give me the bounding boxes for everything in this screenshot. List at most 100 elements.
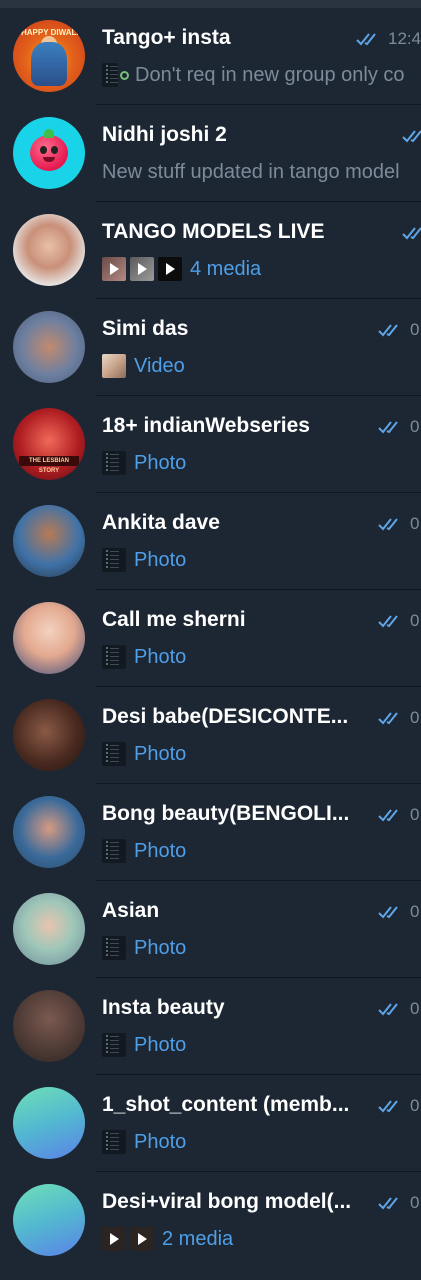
chat-time: 0 [410,1096,420,1115]
chat-row[interactable]: HAPPY DIWALI Tango+ insta 12:4 Don't req… [0,8,421,105]
chat-title: Nidhi joshi 2 [102,123,227,146]
chat-title: Ankita dave [102,511,220,534]
top-bar-edge [0,0,421,8]
double-check-icon [378,906,398,919]
chat-preview: Photo [102,449,421,477]
preview-text: Photo [134,936,187,959]
chat-preview: 4 media [102,255,421,283]
double-check-icon [378,615,398,628]
avatar[interactable] [13,602,85,674]
chat-row[interactable]: TANGO MODELS LIVE 4 media [0,202,421,299]
video-thumbnail-icon [130,257,154,281]
double-check-icon [356,33,376,46]
preview-text: Photo [134,839,187,862]
preview-text: Photo [134,742,187,765]
chat-title: Bong beauty(BENGOLI... [102,802,350,825]
chat-row[interactable]: Simi das 0 Video [0,299,421,396]
avatar[interactable] [13,117,85,189]
chat-row[interactable]: Ankita dave 0 Photo [0,493,421,590]
avatar[interactable] [13,1087,85,1159]
preview-text: Don't req in new group only co [135,63,405,86]
double-check-icon [378,1197,398,1210]
chat-time: 0 [410,417,420,436]
document-icon [102,742,126,766]
document-icon [102,1033,126,1057]
chat-title: 18+ indianWebseries [102,414,310,437]
chat-time: 0 [410,320,420,339]
chat-title: TANGO MODELS LIVE [102,220,325,243]
double-check-icon [378,324,398,337]
preview-text: 2 media [162,1227,234,1250]
avatar[interactable] [13,796,85,868]
double-check-icon [378,1100,398,1113]
chat-time: 0 [410,902,420,921]
chat-title: Desi+viral bong model(... [102,1190,352,1213]
preview-text: New stuff updated in tango model [102,160,400,183]
video-thumbnail-icon [102,257,126,281]
double-check-icon [378,1003,398,1016]
chat-row[interactable]: Nidhi joshi 2 New stuff updated in tango… [0,105,421,202]
avatar[interactable] [13,505,85,577]
chat-row[interactable]: THE LESBIAN STORY 18+ indianWebseries 0 … [0,396,421,493]
photo-thumbnail-icon [102,354,126,378]
document-icon [102,548,126,572]
chat-title: Asian [102,899,160,922]
chat-row[interactable]: Desi babe(DESICONTE... 0 Photo [0,687,421,784]
chat-row[interactable]: 1_shot_content (memb... 0 Photo [0,1075,421,1172]
video-thumbnail-icon [102,1227,126,1251]
chat-row[interactable]: Desi+viral bong model(... 0 2 media [0,1172,421,1269]
chat-title: Tango+ insta [102,26,231,49]
chat-preview: Photo [102,1031,421,1059]
chat-row[interactable]: Insta beauty 0 Photo [0,978,421,1075]
document-icon [102,63,118,87]
status-dot-icon [120,70,129,80]
preview-text: Photo [134,1033,187,1056]
double-check-icon [402,130,421,143]
avatar[interactable]: THE LESBIAN STORY [13,408,85,480]
chat-time: 0 [410,805,420,824]
chat-preview: Photo [102,740,421,768]
chat-time: 0 [410,999,420,1018]
document-icon [102,1130,126,1154]
chat-row[interactable]: Bong beauty(BENGOLI... 0 Photo [0,784,421,881]
preview-text: Photo [134,645,187,668]
chat-time: 0 [410,708,420,727]
video-thumbnail-icon [158,257,182,281]
chat-title: Call me sherni [102,608,246,631]
avatar[interactable] [13,893,85,965]
avatar[interactable] [13,214,85,286]
chat-preview: Video [102,352,421,380]
video-thumbnail-icon [130,1227,154,1251]
chat-preview: Don't req in new group only co [102,61,421,89]
chat-time: 0 [410,1193,420,1212]
document-icon [102,839,126,863]
double-check-icon [378,518,398,531]
chat-time: 0 [410,611,420,630]
chat-row[interactable]: Call me sherni 0 Photo [0,590,421,687]
chat-title: Simi das [102,317,189,340]
avatar[interactable] [13,990,85,1062]
preview-text: Video [134,354,185,377]
chat-preview: Photo [102,934,421,962]
chat-preview: Photo [102,1128,421,1156]
chat-preview: 2 media [102,1225,421,1253]
chat-row[interactable]: Asian 0 Photo [0,881,421,978]
double-check-icon [378,421,398,434]
chat-title: Desi babe(DESICONTE... [102,705,349,728]
document-icon [102,451,126,475]
document-icon [102,936,126,960]
avatar[interactable] [13,311,85,383]
chat-preview: New stuff updated in tango model [102,158,421,186]
avatar[interactable]: HAPPY DIWALI [13,20,85,92]
avatar-label: THE LESBIAN STORY [19,456,79,474]
chat-time: 12:4 [388,29,421,48]
avatar[interactable] [13,699,85,771]
chat-title: Insta beauty [102,996,225,1019]
chat-title: 1_shot_content (memb... [102,1093,350,1116]
document-icon [102,645,126,669]
avatar[interactable] [13,1184,85,1256]
chat-time: 0 [410,514,420,533]
chat-preview: Photo [102,837,421,865]
double-check-icon [378,809,398,822]
double-check-icon [402,227,421,240]
